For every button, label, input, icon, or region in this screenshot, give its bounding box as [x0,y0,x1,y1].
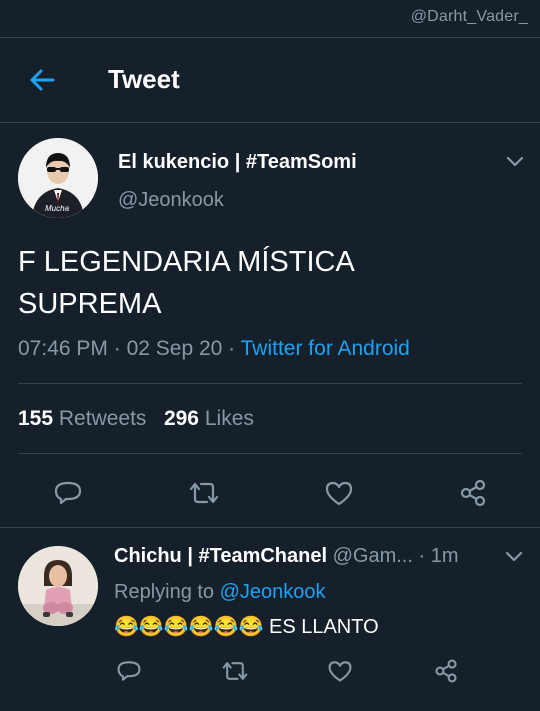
likes-count: 296 [163,407,199,430]
retweets-count: 155 [18,407,54,430]
meta-separator: · [107,337,127,360]
page-title: Tweet [108,64,180,94]
back-arrow-icon[interactable] [28,66,56,94]
like-icon[interactable] [327,658,353,684]
reply-avatar[interactable] [18,546,98,626]
share-icon[interactable] [433,658,459,684]
like-icon[interactable] [324,478,354,508]
retweet-icon[interactable] [220,658,250,684]
replying-to: Replying to @Jeonkook [114,581,326,604]
retweets-stat[interactable]: 155 Retweets [18,407,146,430]
meta-separator: · [222,337,241,360]
replying-prefix: Replying to [114,581,220,603]
reply-author-handle[interactable]: @Gam... [333,545,413,567]
reply-text: 😂😂😂😂😂😂 ES LLANTO [114,614,379,639]
reply-icon[interactable] [53,478,83,508]
author-name[interactable]: El kukencio | #TeamSomi [118,151,357,174]
author-handle[interactable]: @Jeonkook [118,189,224,212]
chevron-down-icon[interactable] [504,155,526,169]
meta-divider [18,383,522,384]
retweets-label: Retweets [58,407,147,430]
reply-icon[interactable] [116,658,142,684]
replying-to-link[interactable]: @Jeonkook [220,581,326,603]
main-tweet: Mucha El kukencio | #TeamSomi @Jeonkook … [0,123,540,527]
tweet-time: 07:46 PM [18,337,108,360]
meta-separator: · [412,545,431,567]
reply-header: Chichu | #TeamChanel @Gam... · 1m [114,545,459,568]
reply-author-name[interactable]: Chichu | #TeamChanel [114,545,327,567]
avatar[interactable]: Mucha [18,138,98,218]
reply-time: 1m [430,545,459,567]
tweet-text-line1: F LEGENDARIA MÍSTICA [18,246,355,278]
share-icon[interactable] [458,478,488,508]
likes-label: Likes [204,407,254,430]
header: Tweet [0,38,540,122]
tweet-meta: 07:46 PM · 02 Sep 20 · Twitter for Andro… [18,337,410,361]
reply-tweet[interactable]: Chichu | #TeamChanel @Gam... · 1m Replyi… [0,528,540,711]
chevron-down-icon[interactable] [503,550,525,564]
reply-text-content: ES LLANTO [263,616,379,638]
avatar-caption: Mucha [45,204,70,213]
reply-emojis: 😂😂😂😂😂😂 [114,616,264,638]
tweet-stats: 155 Retweets 296 Likes [18,407,254,431]
stats-divider [18,453,522,454]
tweet-text-line2: SUPREMA [18,288,162,320]
watermark: @Darht_Vader_ [410,8,528,25]
likes-stat[interactable]: 296 Likes [164,407,254,430]
tweet-date: 02 Sep 20 [126,337,223,360]
retweet-icon[interactable] [187,478,221,508]
tweet-source-link[interactable]: Twitter for Android [241,337,410,360]
tweet-text: F LEGENDARIA MÍSTICA SUPREMA [18,241,498,325]
